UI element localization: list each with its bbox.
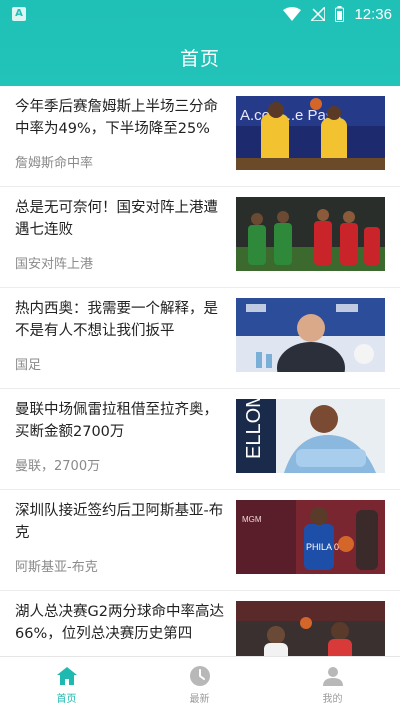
news-tag: 国足 [15, 358, 42, 373]
news-item[interactable]: 热内西奥：我需要一个解释，是不是有人不想让我们扳平 国足 [0, 288, 400, 389]
news-item[interactable]: 曼联中场佩雷拉租借至拉齐奥，买断金额2700万 曼联，2700万 ELLOM [0, 389, 400, 490]
news-item[interactable]: 今年季后赛詹姆斯上半场三分命中率为49%，下半场降至25% 詹姆斯命中率 A.c… [0, 86, 400, 187]
news-feed[interactable]: 今年季后赛詹姆斯上半场三分命中率为49%，下半场降至25% 詹姆斯命中率 A.c… [0, 86, 400, 656]
tab-home[interactable]: 首页 [0, 657, 133, 711]
page-title: 首页 [179, 48, 220, 70]
news-item[interactable]: 总是无可奈何！国安对阵上港遭遇七连败 国安对阵上港 [0, 187, 400, 288]
news-thumbnail[interactable]: MGM PHILA 00 [236, 500, 385, 574]
wifi-icon [283, 7, 302, 21]
signal-off-icon [311, 7, 326, 21]
status-bar: A 12:36 [0, 0, 400, 28]
news-headline[interactable]: 总是无可奈何！国安对阵上港遭遇七连败 [15, 197, 228, 241]
news-thumbnail[interactable] [236, 298, 385, 372]
home-icon [56, 667, 77, 685]
tab-label: 我的 [322, 694, 343, 705]
news-headline[interactable]: 曼联中场佩雷拉租借至拉齐奥，买断金额2700万 [15, 399, 228, 443]
bottom-tab-bar: 首页 最新 我的 [0, 656, 400, 711]
news-item[interactable]: 湖人总决赛G2两分球命中率高达66%，位列总决赛历史第四 [0, 591, 400, 656]
news-item[interactable]: 深圳队接近签约后卫阿斯基亚-布克 阿斯基亚-布克 MGM PHILA 00 [0, 490, 400, 591]
status-icons: 12:36 [283, 4, 392, 24]
status-time: 12:36 [354, 5, 392, 23]
news-thumbnail[interactable] [236, 197, 385, 271]
news-tag: 曼联，2700万 [15, 459, 101, 474]
tab-label: 首页 [56, 694, 77, 705]
tab-label: 最新 [189, 694, 210, 705]
news-headline[interactable]: 湖人总决赛G2两分球命中率高达66%，位列总决赛历史第四 [15, 601, 228, 645]
news-tag: 国安对阵上港 [15, 257, 94, 272]
app-header: A 12:36 首页 [0, 0, 400, 86]
news-tag: 詹姆斯命中率 [15, 156, 94, 171]
news-headline[interactable]: 今年季后赛詹姆斯上半场三分命中率为49%，下半场降至25% [15, 96, 228, 140]
tab-profile[interactable]: 我的 [266, 657, 399, 711]
news-headline[interactable]: 热内西奥：我需要一个解释，是不是有人不想让我们扳平 [15, 298, 228, 342]
battery-icon [335, 6, 345, 22]
app-notification-icon: A [12, 7, 26, 21]
news-tag: 阿斯基亚-布克 [15, 560, 98, 575]
news-thumbnail[interactable]: A.com...e Pass [236, 96, 385, 170]
user-icon [322, 667, 343, 686]
clock-icon [189, 666, 210, 686]
thumb-banner-text: ELLOM [243, 399, 265, 459]
news-headline[interactable]: 深圳队接近签约后卫阿斯基亚-布克 [15, 500, 228, 544]
tab-latest[interactable]: 最新 [133, 657, 266, 711]
svg-text:MGM: MGM [242, 515, 262, 524]
news-thumbnail[interactable] [236, 601, 385, 656]
news-thumbnail[interactable]: ELLOM [236, 399, 385, 473]
